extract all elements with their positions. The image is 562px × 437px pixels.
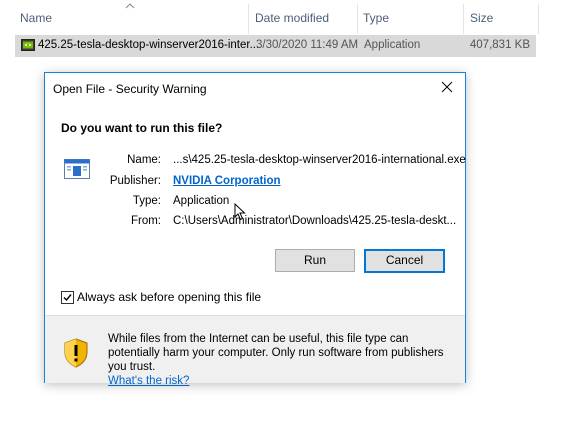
- publisher-link[interactable]: NVIDIA Corporation: [173, 175, 281, 187]
- column-header-name[interactable]: Name: [20, 11, 52, 25]
- column-header-date[interactable]: Date modified: [255, 11, 329, 25]
- file-type: Application: [364, 39, 421, 51]
- publisher-label: Publisher:: [109, 175, 161, 187]
- column-header-size[interactable]: Size: [470, 11, 493, 25]
- shield-warning-icon: [64, 338, 88, 368]
- dialog-question: Do you want to run this file?: [61, 121, 223, 135]
- type-value: Application: [173, 195, 230, 207]
- always-ask-checkbox[interactable]: [61, 291, 74, 304]
- sort-caret-icon: [125, 3, 135, 9]
- mouse-cursor-icon: [234, 203, 246, 221]
- name-value: ...s\425.25-tesla-desktop-winserver2016-…: [173, 154, 466, 166]
- column-divider[interactable]: [463, 4, 464, 34]
- from-value: C:\Users\Administrator\Downloads\425.25-…: [173, 215, 457, 227]
- nvidia-app-icon: [21, 39, 35, 51]
- warning-footer: While files from the Internet can be use…: [45, 315, 465, 387]
- file-row[interactable]: 425.25-tesla-desktop-winserver2016-inter…: [15, 35, 536, 57]
- warning-text-block: While files from the Internet can be use…: [108, 332, 453, 388]
- file-date: 3/30/2020 11:49 AM: [256, 39, 359, 51]
- from-label: From:: [130, 215, 161, 227]
- close-icon[interactable]: [439, 79, 455, 95]
- run-button[interactable]: Run: [275, 249, 355, 272]
- column-divider[interactable]: [248, 4, 249, 34]
- column-divider[interactable]: [357, 4, 358, 34]
- file-size: 407,831 KB: [469, 39, 530, 51]
- whats-the-risk-link[interactable]: What's the risk?: [108, 375, 189, 387]
- name-label: Name:: [127, 154, 161, 166]
- checkmark-icon: [63, 294, 72, 302]
- security-warning-dialog: Open File - Security Warning Do you want…: [44, 72, 466, 387]
- dialog-titlebar[interactable]: Open File - Security Warning: [45, 73, 465, 105]
- column-divider[interactable]: [538, 4, 539, 34]
- warning-text: While files from the Internet can be use…: [108, 333, 444, 373]
- dialog-title: Open File - Security Warning: [53, 82, 207, 96]
- type-label: Type:: [132, 195, 161, 207]
- column-header-type[interactable]: Type: [363, 11, 389, 25]
- always-ask-label[interactable]: Always ask before opening this file: [77, 290, 261, 304]
- cancel-button[interactable]: Cancel: [364, 249, 445, 273]
- file-name: 425.25-tesla-desktop-winserver2016-inter…: [38, 39, 260, 51]
- file-list-header: Name Date modified Type Size: [0, 0, 562, 36]
